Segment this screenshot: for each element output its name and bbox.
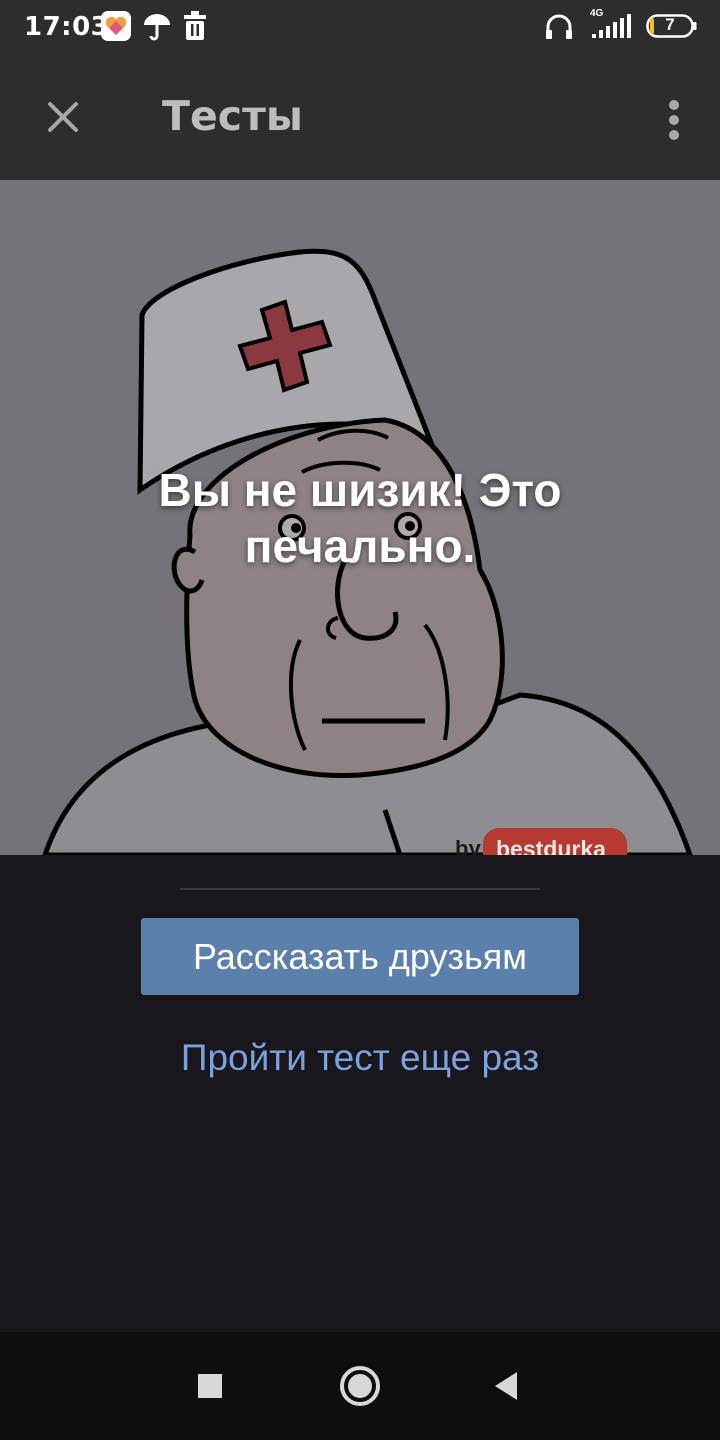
retake-test-link[interactable]: Пройти тест еще раз (0, 1037, 720, 1079)
watermark-brand: bestdurka (496, 836, 606, 855)
headphones-icon (546, 14, 572, 39)
page-title: Тесты (162, 92, 303, 140)
watermark-by: by (455, 836, 481, 855)
more-vertical-icon (669, 100, 679, 140)
result-image: by bestdurka Вы не шизик! Это печально. (0, 180, 720, 855)
app-bar: Тесты (0, 56, 720, 180)
back-button[interactable] (478, 1358, 534, 1414)
back-triangle-icon (495, 1372, 517, 1400)
home-circle-icon (340, 1366, 380, 1406)
battery-icon: 7 (646, 14, 698, 38)
recents-button[interactable] (182, 1358, 238, 1414)
status-bar: 17:03 4G 7 (0, 0, 720, 56)
close-button[interactable] (36, 90, 90, 144)
status-system-icons: 4G 7 (544, 8, 698, 42)
status-time: 17:03 (24, 12, 110, 42)
share-with-friends-button[interactable]: Рассказать друзьям (141, 918, 579, 995)
battery-level: 7 (665, 15, 675, 34)
home-button[interactable] (332, 1358, 388, 1414)
result-text: Вы не шизик! Это печально. (158, 464, 562, 572)
system-nav-bar (0, 1332, 720, 1440)
trash-icon (184, 11, 206, 40)
more-options-button[interactable] (654, 90, 694, 150)
close-icon (48, 102, 78, 132)
status-notification-icons (100, 10, 208, 42)
recents-square-icon (198, 1374, 222, 1398)
signal-icon: 4G (588, 8, 632, 42)
app-heart-icon (101, 11, 131, 41)
divider (180, 888, 540, 890)
result-actions: Рассказать друзьям Пройти тест еще раз (0, 855, 720, 1332)
umbrella-icon (144, 14, 170, 41)
